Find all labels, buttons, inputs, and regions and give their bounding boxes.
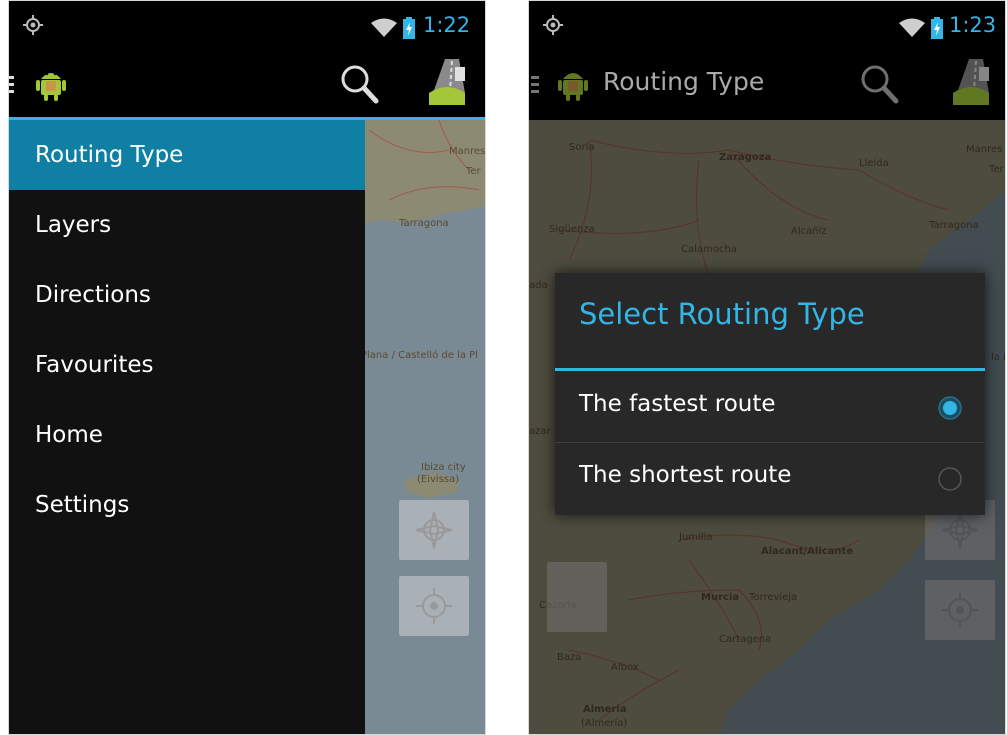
map-label: Tarragona	[399, 218, 449, 229]
status-clock: 1:22	[423, 13, 471, 37]
gps-icon	[23, 15, 43, 35]
option-shortest-route[interactable]: The shortest route	[555, 444, 985, 514]
phone-screen-drawer: 1:22 Manres Ter Tarragona Plana / Castel…	[8, 0, 486, 735]
drawer-item-routing-type[interactable]: Routing Type	[9, 120, 365, 190]
status-bar: 1:22	[9, 1, 485, 49]
locate-icon	[416, 588, 452, 624]
option-divider	[555, 442, 985, 443]
locate-button[interactable]	[399, 576, 469, 636]
option-label: The shortest route	[579, 462, 792, 488]
option-label: The fastest route	[579, 391, 776, 417]
drawer-item-settings[interactable]: Settings	[9, 470, 365, 540]
map-label: Ibiza city	[421, 462, 466, 473]
android-app-icon[interactable]	[553, 63, 593, 103]
route-app-icon[interactable]	[419, 57, 475, 113]
option-fastest-route[interactable]: The fastest route	[555, 373, 985, 443]
android-app-icon[interactable]	[31, 63, 71, 103]
battery-charging-icon	[931, 17, 943, 39]
action-bar-title: Routing Type	[603, 67, 765, 96]
radio-unchecked-icon[interactable]	[937, 466, 963, 492]
phone-screen-dialog: 1:23 Soria Zaragoza Lleida Manres Ter Ta…	[528, 0, 1006, 735]
drawer-item-directions[interactable]: Directions	[9, 260, 365, 330]
drawer-item-home[interactable]: Home	[9, 400, 365, 470]
search-icon[interactable]	[339, 63, 379, 105]
dialog-title: Select Routing Type	[579, 297, 865, 331]
map-label: (Eivissa)	[417, 474, 460, 485]
dialog-title-divider	[555, 368, 985, 371]
drawer-indicator-icon[interactable]	[9, 75, 17, 95]
radio-checked-icon[interactable]	[937, 395, 963, 421]
map-label: Plana / Castelló de la Pl	[361, 350, 478, 361]
navigation-drawer: Routing Type Layers Directions Favourite…	[9, 120, 365, 734]
gps-icon	[543, 15, 563, 35]
status-clock: 1:23	[949, 13, 997, 37]
compass-button[interactable]	[399, 500, 469, 560]
status-bar: 1:23	[529, 1, 1005, 49]
map-label: Manres	[449, 146, 485, 157]
search-icon[interactable]	[859, 63, 899, 105]
action-bar: Routing Type	[529, 49, 1005, 117]
wifi-icon	[371, 18, 397, 37]
route-app-icon[interactable]	[943, 57, 999, 113]
wifi-icon	[899, 18, 925, 37]
action-bar	[9, 49, 485, 120]
compass-icon	[415, 511, 453, 549]
drawer-item-favourites[interactable]: Favourites	[9, 330, 365, 400]
battery-charging-icon	[403, 17, 415, 39]
map-label: Ter	[466, 166, 481, 177]
routing-type-dialog: Select Routing Type The fastest route Th…	[555, 273, 985, 515]
drawer-item-layers[interactable]: Layers	[9, 190, 365, 260]
drawer-indicator-icon[interactable]	[531, 75, 539, 95]
